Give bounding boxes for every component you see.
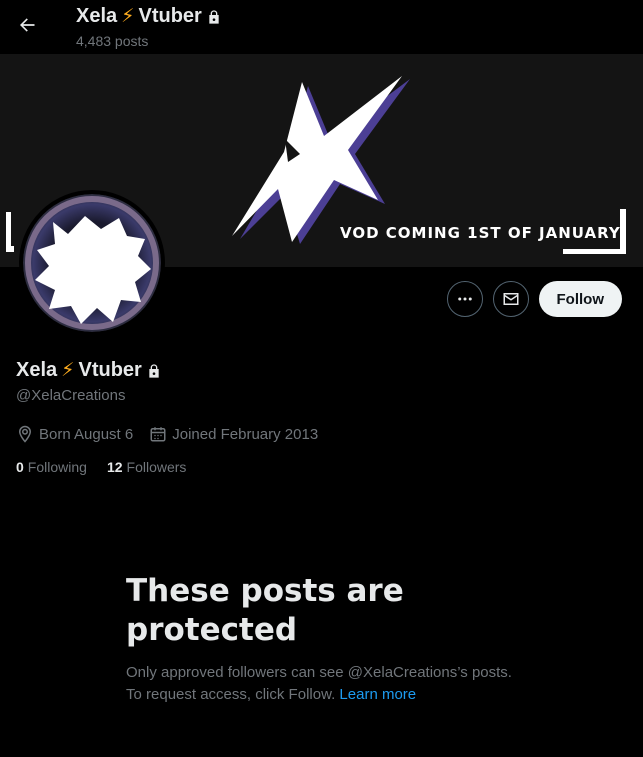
profile-name-prefix: Xela: [16, 359, 58, 381]
following-link[interactable]: 0 Following: [16, 459, 87, 475]
birthday-text: Born August 6: [39, 425, 134, 443]
back-button[interactable]: [12, 10, 42, 40]
more-dots-icon: [457, 297, 472, 301]
lightning-emoji: ⚡: [61, 360, 75, 381]
lock-icon: [209, 9, 219, 24]
calendar-icon: [150, 427, 166, 442]
location-pin-icon: [18, 425, 32, 443]
following-label: Following: [27, 459, 87, 475]
follow-button[interactable]: Follow: [538, 281, 622, 317]
protected-notice: These posts are protected Only approved …: [126, 572, 526, 706]
profile-meta: Born August 6 Joined February 2013: [16, 425, 318, 443]
following-count: 0: [16, 459, 24, 475]
top-bar: Xela ⚡ Vtuber 4,483 posts: [0, 0, 643, 54]
envelope-icon: [503, 293, 518, 305]
banner-caption: VOD COMING 1ST OF JANUARY: [340, 224, 621, 242]
lock-icon: [149, 363, 159, 378]
learn-more-link[interactable]: Learn more: [339, 686, 416, 703]
avatar[interactable]: [19, 190, 165, 336]
profile-display-name: Xela ⚡ Vtuber: [16, 359, 162, 382]
header-name-prefix: Xela: [76, 5, 118, 27]
protected-body-text: Only approved followers can see @XelaCre…: [126, 664, 512, 703]
profile-actions: Follow: [446, 281, 622, 317]
joined-text: Joined February 2013: [172, 425, 319, 443]
avatar-image: [23, 194, 161, 332]
followers-label: Followers: [126, 459, 187, 475]
message-button[interactable]: [492, 281, 529, 317]
header-display-name: Xela ⚡ Vtuber: [76, 5, 222, 28]
birthday-item: Born August 6: [16, 425, 133, 443]
profile-handle: @XelaCreations: [16, 387, 126, 404]
protected-title: These posts are protected: [126, 573, 404, 648]
lightning-emoji: ⚡: [121, 6, 135, 27]
arrow-left-icon: [20, 18, 35, 32]
more-button[interactable]: [446, 281, 483, 317]
header-name-suffix: Vtuber: [138, 5, 202, 27]
followers-count: 12: [106, 459, 123, 475]
protected-body: Only approved followers can see @XelaCre…: [126, 662, 526, 706]
profile-name-suffix: Vtuber: [78, 359, 142, 381]
post-count: 4,483 posts: [76, 33, 149, 49]
joined-item: Joined February 2013: [149, 425, 318, 443]
followers-link[interactable]: 12 Followers: [107, 459, 186, 475]
follow-counts: 0 Following 12 Followers: [16, 459, 186, 475]
